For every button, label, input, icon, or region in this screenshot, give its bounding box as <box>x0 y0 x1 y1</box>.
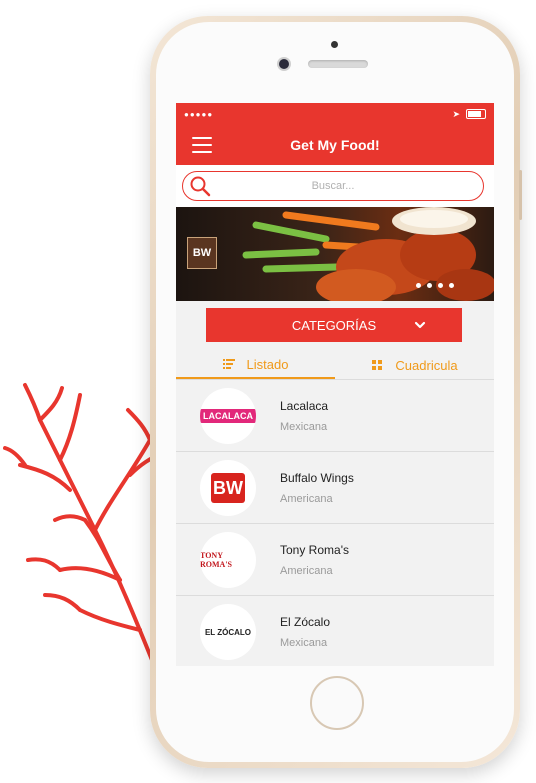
status-bar: ●●●●● ➤ <box>176 103 494 125</box>
home-button[interactable] <box>310 676 364 730</box>
chevron-down-icon <box>414 321 426 329</box>
search-icon[interactable] <box>189 175 211 197</box>
logo-buffalo-wings: BW <box>211 473 245 503</box>
carousel-dot[interactable] <box>449 283 454 288</box>
proximity-sensor <box>331 41 338 48</box>
search-bar <box>176 165 494 207</box>
earpiece-speaker <box>308 60 368 68</box>
logo-lacalaca: LACALACA <box>200 409 256 423</box>
menu-icon[interactable] <box>192 137 212 153</box>
list-icon <box>222 359 235 369</box>
list-item[interactable]: BW Buffalo Wings Americana <box>176 451 494 523</box>
restaurant-list: LACALACA Lacalaca Mexicana BW Buffalo Wi… <box>176 379 494 666</box>
restaurant-category: Americana <box>280 565 333 577</box>
restaurant-name: Buffalo Wings <box>280 471 354 485</box>
location-icon: ➤ <box>452 108 460 119</box>
restaurant-logo: BW <box>200 460 256 516</box>
status-right: ➤ <box>452 109 486 120</box>
front-camera <box>279 59 289 69</box>
app-bar: Get My Food! <box>176 125 494 165</box>
promo-banner[interactable]: BW <box>176 207 494 301</box>
power-button[interactable] <box>519 170 522 220</box>
carousel-dots <box>416 283 454 288</box>
battery-icon <box>466 109 486 119</box>
tab-listado[interactable]: Listado <box>176 351 335 379</box>
restaurant-logo: TONY ROMA'S <box>200 532 256 588</box>
restaurant-logo: EL ZÓCALO <box>200 604 256 660</box>
view-tabs: Listado Cuadricula <box>176 351 494 379</box>
search-box[interactable] <box>182 171 484 201</box>
list-item[interactable]: EL ZÓCALO El Zócalo Mexicana <box>176 595 494 666</box>
carousel-dot[interactable] <box>416 283 421 288</box>
app-screen: ●●●●● ➤ Get My Food! Buscar... BW CATEGO… <box>176 103 494 666</box>
banner-logo: BW <box>187 237 217 269</box>
grid-icon <box>372 360 383 370</box>
list-item[interactable]: LACALACA Lacalaca Mexicana <box>176 379 494 451</box>
signal-indicator: ●●●●● <box>184 109 214 119</box>
carousel-dot[interactable] <box>427 283 432 288</box>
restaurant-name: El Zócalo <box>280 615 331 629</box>
restaurant-category: Mexicana <box>280 637 328 649</box>
carousel-dot[interactable] <box>438 283 443 288</box>
restaurant-category: Mexicana <box>280 421 328 433</box>
tab-label: Cuadricula <box>395 357 458 373</box>
logo-el-zocalo: EL ZÓCALO <box>204 627 252 637</box>
tab-label: Listado <box>246 356 289 372</box>
tab-cuadricula[interactable]: Cuadricula <box>335 351 494 379</box>
list-item[interactable]: TONY ROMA'S Tony Roma's Americana <box>176 523 494 595</box>
categories-button[interactable]: CATEGORÍAS <box>206 308 462 342</box>
restaurant-name: Tony Roma's <box>280 543 349 557</box>
logo-tony-romas: TONY ROMA'S <box>200 551 232 569</box>
search-input[interactable] <box>183 179 483 193</box>
categories-label: CATEGORÍAS <box>291 317 377 333</box>
categories-section: CATEGORÍAS <box>176 301 494 351</box>
restaurant-logo: LACALACA <box>200 388 256 444</box>
restaurant-name: Lacalaca <box>280 399 329 413</box>
app-title: Get My Food! <box>290 137 380 153</box>
restaurant-category: Americana <box>280 493 333 505</box>
